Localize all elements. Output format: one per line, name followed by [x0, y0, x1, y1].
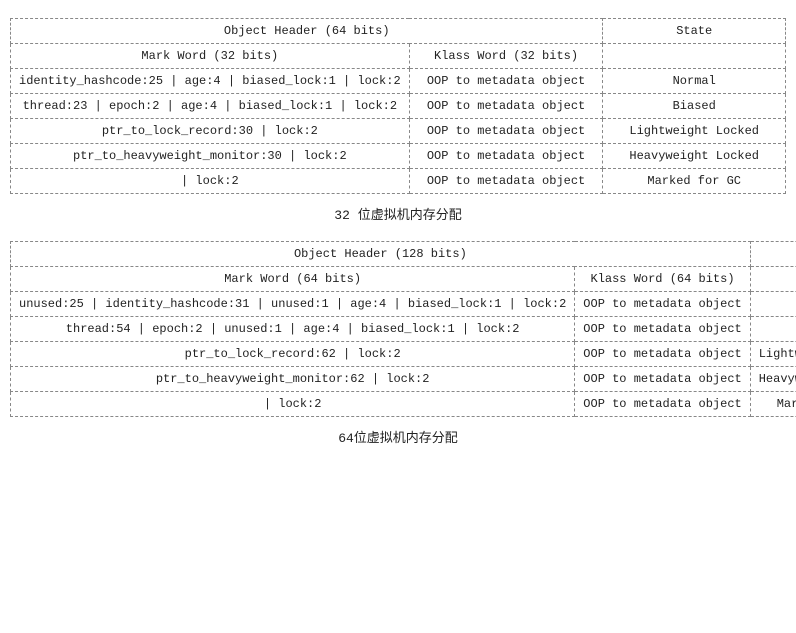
mark-word-label-64: Mark Word (64 bits)	[11, 267, 575, 292]
section-64bit: Object Header (128 bits) State Mark Word…	[10, 241, 786, 446]
header-row-64: Object Header (128 bits) State	[11, 242, 796, 267]
state-cell: Lightweight Locked	[603, 119, 786, 144]
klass-cell: OOP to metadata object	[575, 317, 750, 342]
object-header-label-64: Object Header (128 bits)	[11, 242, 751, 267]
state-cell: Marked for GC	[750, 392, 796, 417]
klass-cell: OOP to metadata object	[409, 169, 603, 194]
mark-word-label-32: Mark Word (32 bits)	[11, 44, 410, 69]
table-row: ptr_to_lock_record:62 | lock:2 OOP to me…	[11, 342, 796, 367]
state-cell: Normal	[750, 292, 796, 317]
table-row: identity_hashcode:25 | age:4 | biased_lo…	[11, 69, 786, 94]
klass-cell: OOP to metadata object	[409, 69, 603, 94]
mark-cell: ptr_to_heavyweight_monitor:30 | lock:2	[11, 144, 410, 169]
subheader-row-64: Mark Word (64 bits) Klass Word (64 bits)	[11, 267, 796, 292]
table-row: thread:54 | epoch:2 | unused:1 | age:4 |…	[11, 317, 796, 342]
table-row: unused:25 | identity_hashcode:31 | unuse…	[11, 292, 796, 317]
table-row: thread:23 | epoch:2 | age:4 | biased_loc…	[11, 94, 786, 119]
state-cell: Biased	[750, 317, 796, 342]
table-row: | lock:2 OOP to metadata object Marked f…	[11, 169, 786, 194]
mark-cell: ptr_to_lock_record:62 | lock:2	[11, 342, 575, 367]
mark-cell: unused:25 | identity_hashcode:31 | unuse…	[11, 292, 575, 317]
subheader-row-32: Mark Word (32 bits) Klass Word (32 bits)	[11, 44, 786, 69]
state-cell: Heavyweight Locked	[603, 144, 786, 169]
state-cell: Lightweight Locked	[750, 342, 796, 367]
mark-cell: | lock:2	[11, 169, 410, 194]
table-32bit: Object Header (64 bits) State Mark Word …	[10, 18, 786, 194]
caption-64bit: 64位虚拟机内存分配	[10, 427, 786, 446]
state-cell: Normal	[603, 69, 786, 94]
caption-32bit: 32 位虚拟机内存分配	[10, 204, 786, 223]
klass-cell: OOP to metadata object	[409, 119, 603, 144]
state-cell: Biased	[603, 94, 786, 119]
klass-cell: OOP to metadata object	[575, 342, 750, 367]
mark-cell: identity_hashcode:25 | age:4 | biased_lo…	[11, 69, 410, 94]
klass-word-label-32: Klass Word (32 bits)	[409, 44, 603, 69]
table-row: ptr_to_heavyweight_monitor:30 | lock:2 O…	[11, 144, 786, 169]
klass-cell: OOP to metadata object	[409, 94, 603, 119]
header-row-32: Object Header (64 bits) State	[11, 19, 786, 44]
klass-cell: OOP to metadata object	[575, 292, 750, 317]
mark-cell: thread:54 | epoch:2 | unused:1 | age:4 |…	[11, 317, 575, 342]
klass-cell: OOP to metadata object	[575, 367, 750, 392]
state-header-label-64: State	[750, 242, 796, 267]
table-row: ptr_to_lock_record:30 | lock:2 OOP to me…	[11, 119, 786, 144]
klass-word-label-64: Klass Word (64 bits)	[575, 267, 750, 292]
table-row: | lock:2 OOP to metadata object Marked f…	[11, 392, 796, 417]
section-32bit: Object Header (64 bits) State Mark Word …	[10, 18, 786, 223]
mark-cell: ptr_to_lock_record:30 | lock:2	[11, 119, 410, 144]
klass-cell: OOP to metadata object	[575, 392, 750, 417]
object-header-label-32: Object Header (64 bits)	[11, 19, 603, 44]
mark-cell: thread:23 | epoch:2 | age:4 | biased_loc…	[11, 94, 410, 119]
state-cell: Heavyweight Locked	[750, 367, 796, 392]
state-header-label-32: State	[603, 19, 786, 44]
mark-cell: | lock:2	[11, 392, 575, 417]
table-64bit: Object Header (128 bits) State Mark Word…	[10, 241, 796, 417]
table-row: ptr_to_heavyweight_monitor:62 | lock:2 O…	[11, 367, 796, 392]
state-cell: Marked for GC	[603, 169, 786, 194]
mark-cell: ptr_to_heavyweight_monitor:62 | lock:2	[11, 367, 575, 392]
klass-cell: OOP to metadata object	[409, 144, 603, 169]
